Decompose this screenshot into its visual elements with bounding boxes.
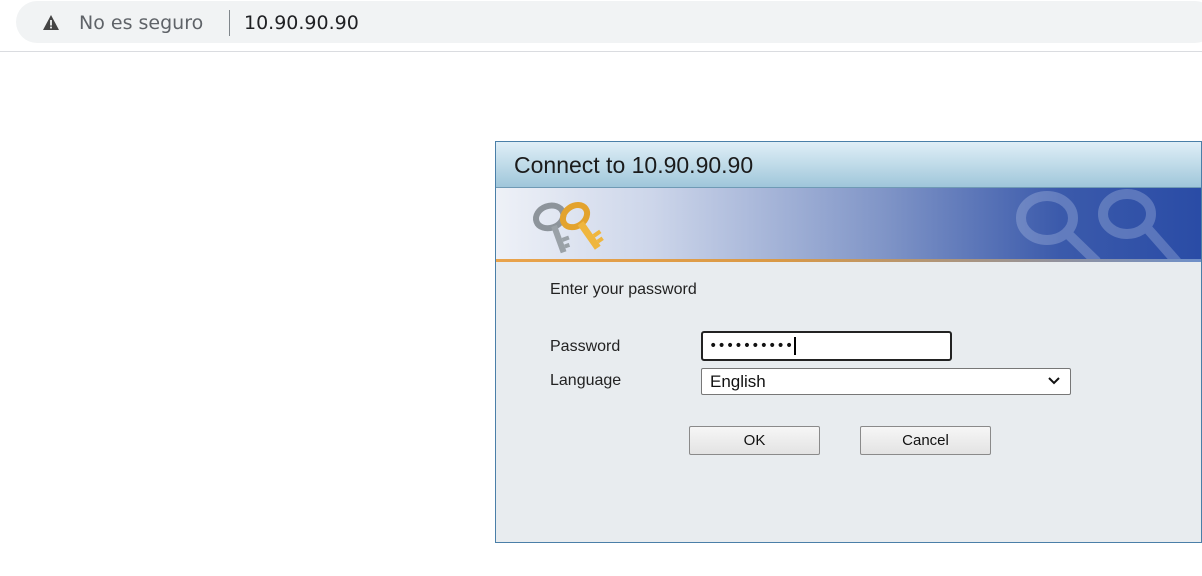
warning-triangle-icon[interactable]: [42, 14, 60, 31]
keys-icon: [533, 202, 604, 254]
password-input[interactable]: ••••••••••: [701, 331, 952, 361]
text-caret: [794, 337, 797, 355]
password-value: ••••••••••: [709, 338, 794, 354]
ok-button[interactable]: OK: [689, 426, 820, 455]
omnibox[interactable]: No es seguro 10.90.90.90: [16, 1, 1202, 43]
dialog-title-bar: Connect to 10.90.90.90: [496, 142, 1201, 188]
language-select[interactable]: English: [701, 368, 1071, 395]
chevron-down-icon: [1048, 377, 1060, 385]
dialog-title: Connect to 10.90.90.90: [514, 152, 754, 178]
password-prompt: Enter your password: [550, 281, 697, 298]
dialog-banner: [496, 188, 1201, 262]
banner-stripe: [496, 259, 1201, 262]
url-text[interactable]: 10.90.90.90: [244, 11, 359, 35]
login-dialog: Connect to 10.90.90.90 Enter your passwo…: [495, 141, 1202, 543]
language-label: Language: [550, 372, 622, 389]
browser-address-bar: No es seguro 10.90.90.90: [0, 0, 1202, 52]
not-secure-label[interactable]: No es seguro: [79, 11, 203, 35]
password-label: Password: [550, 338, 621, 355]
watermark-keys-icon: [1016, 189, 1181, 262]
cancel-button[interactable]: Cancel: [860, 426, 991, 455]
omnibox-separator: [229, 10, 230, 36]
language-selected-value: English: [710, 372, 766, 391]
